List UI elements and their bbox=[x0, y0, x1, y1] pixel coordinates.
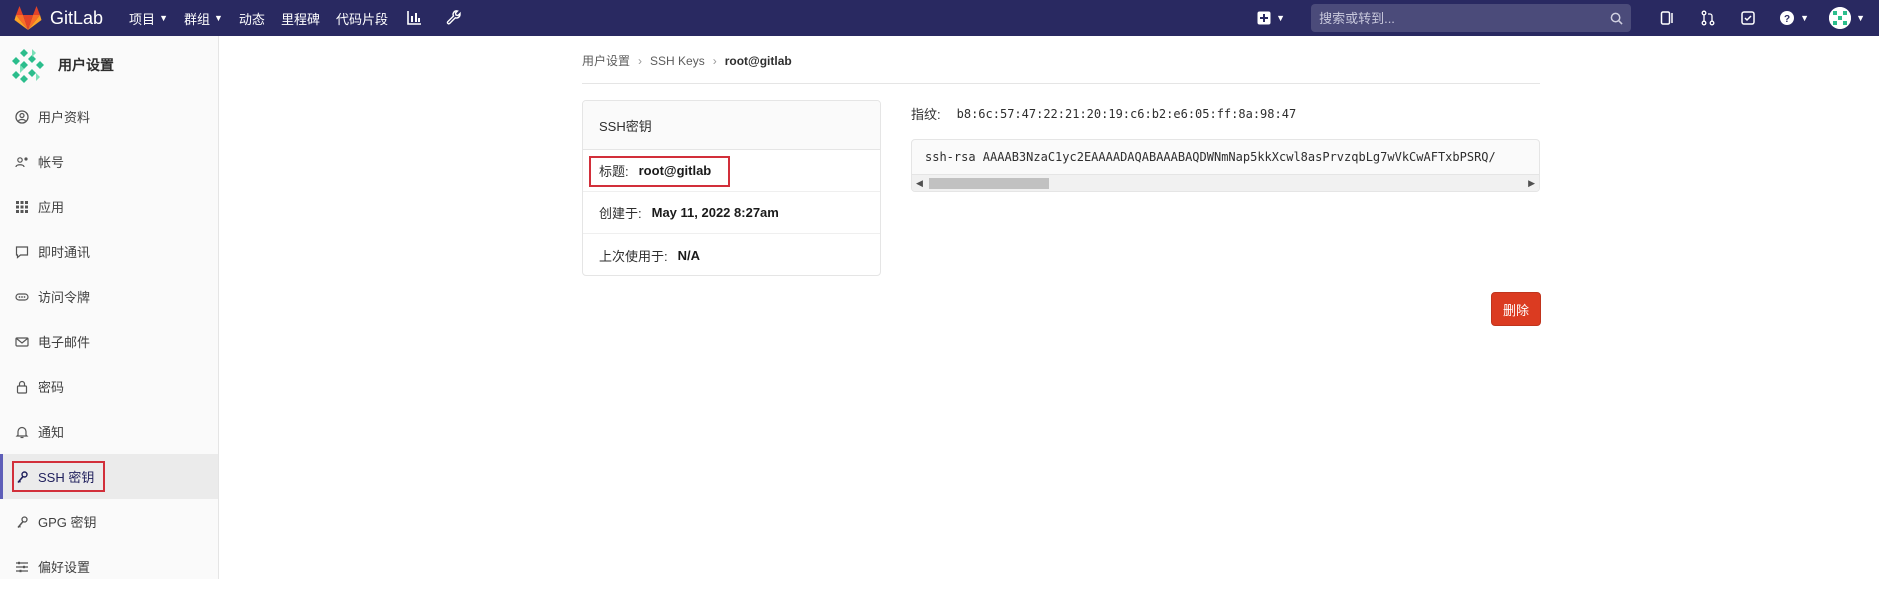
profile-icon bbox=[14, 109, 30, 125]
sidebar-item-label: 电子邮件 bbox=[38, 335, 91, 350]
fingerprint-label: 指纹: bbox=[911, 107, 941, 122]
sidebar-item-label: GPG 密钥 bbox=[38, 515, 97, 530]
chevron-down-icon: ▼ bbox=[1856, 13, 1865, 23]
sidebar-item-label: 用户资料 bbox=[38, 110, 91, 125]
key-last-used-label: 上次使用于: bbox=[599, 248, 668, 264]
key-created-row: 创建于: May 11, 2022 8:27am bbox=[583, 192, 880, 234]
sidebar-item-emails[interactable]: 电子邮件 bbox=[0, 319, 218, 364]
breadcrumb-current[interactable]: root@gitlab bbox=[725, 54, 792, 68]
gitlab-logo[interactable]: GitLab bbox=[14, 5, 103, 31]
sidebar-item-access-tokens[interactable]: 访问令牌 bbox=[0, 274, 218, 319]
nav-links: 项目 ▼ 群组 ▼ 动态 里程碑 代码片段 bbox=[129, 8, 484, 28]
highlight-box bbox=[589, 156, 730, 187]
user-menu[interactable]: ▼ bbox=[1829, 7, 1865, 29]
public-key-box[interactable]: ssh-rsa AAAAB3NzaC1yc2EAAAADAQABAAABAQDW… bbox=[911, 139, 1540, 192]
breadcrumb-ssh-keys[interactable]: SSH Keys bbox=[650, 54, 705, 68]
card-header: SSH密钥 bbox=[583, 101, 880, 150]
nav-projects[interactable]: 项目 ▼ bbox=[129, 9, 168, 28]
chevron-right-icon: › bbox=[712, 53, 717, 68]
sidebar-title: 用户设置 bbox=[58, 57, 114, 73]
divider bbox=[582, 83, 1540, 84]
mail-icon bbox=[14, 334, 30, 350]
breadcrumb-user-settings[interactable]: 用户设置 bbox=[582, 52, 630, 69]
sidebar-item-label: 应用 bbox=[38, 200, 65, 215]
nav-snippets-label: 代码片段 bbox=[335, 11, 388, 27]
scroll-right-icon[interactable]: ▶ bbox=[1528, 178, 1535, 189]
sidebar-item-chat[interactable]: 即时通讯 bbox=[0, 229, 218, 274]
sidebar-item-gpg-keys[interactable]: GPG 密钥 bbox=[0, 499, 218, 544]
nav-groups-label: 群组 bbox=[183, 11, 210, 27]
sidebar-item-label: 即时通讯 bbox=[38, 245, 91, 260]
merge-request-icon[interactable] bbox=[1697, 7, 1719, 29]
lock-icon bbox=[14, 379, 30, 395]
sidebar: 用户设置 用户资料 帐号 应用 即时通讯 访问令牌 电子邮件 密码 通知 SSH… bbox=[0, 36, 219, 579]
question-icon: ? bbox=[1780, 11, 1795, 25]
avatar bbox=[1829, 7, 1852, 29]
brand-name: GitLab bbox=[50, 7, 104, 28]
chevron-right-icon: › bbox=[638, 53, 643, 68]
plus-square-icon bbox=[1257, 11, 1271, 25]
account-icon bbox=[14, 154, 30, 170]
nav-projects-label: 项目 bbox=[129, 11, 156, 27]
sidebar-item-password[interactable]: 密码 bbox=[0, 364, 218, 409]
applications-icon bbox=[14, 199, 30, 215]
sidebar-item-profile[interactable]: 用户资料 bbox=[0, 94, 218, 139]
horizontal-scrollbar[interactable]: ◀ ▶ bbox=[912, 174, 1539, 191]
key-created-value: May 11, 2022 8:27am bbox=[651, 205, 779, 220]
new-menu-button[interactable]: ▼ bbox=[1257, 11, 1285, 25]
fingerprint: 指纹: b8:6c:57:47:22:21:20:19:c6:b2:e6:05:… bbox=[911, 104, 1296, 123]
chevron-down-icon: ▼ bbox=[1800, 13, 1810, 23]
public-key-text: ssh-rsa AAAAB3NzaC1yc2EAAAADAQABAAABAQDW… bbox=[925, 150, 1496, 164]
scroll-left-icon[interactable]: ◀ bbox=[916, 178, 923, 189]
search-icon bbox=[1610, 12, 1623, 25]
sidebar-item-account[interactable]: 帐号 bbox=[0, 139, 218, 184]
top-navbar: GitLab 项目 ▼ 群组 ▼ 动态 里程碑 代码片段 ▼ 搜索或转到... … bbox=[0, 0, 1879, 36]
chat-icon bbox=[14, 244, 30, 260]
scrollbar-thumb[interactable] bbox=[929, 178, 1049, 189]
nav-right: ▼ ? ▼ ▼ bbox=[1257, 0, 1879, 36]
sidebar-item-label: 访问令牌 bbox=[38, 290, 91, 305]
sidebar-item-label: 通知 bbox=[38, 425, 65, 440]
issues-icon[interactable] bbox=[1657, 7, 1679, 29]
search-input[interactable] bbox=[1319, 10, 1611, 26]
nav-activity-label: 动态 bbox=[238, 11, 265, 27]
help-menu[interactable]: ? ▼ bbox=[1777, 7, 1811, 29]
nav-groups[interactable]: 群组 ▼ bbox=[184, 9, 223, 28]
search-box[interactable] bbox=[1311, 4, 1632, 32]
sidebar-item-label: 密码 bbox=[38, 380, 65, 395]
wrench-icon[interactable] bbox=[444, 8, 464, 28]
analytics-icon[interactable] bbox=[404, 8, 424, 28]
sidebar-item-ssh-keys[interactable]: SSH 密钥 bbox=[0, 454, 218, 499]
highlight-box bbox=[12, 461, 105, 492]
chevron-down-icon: ▼ bbox=[159, 13, 168, 23]
bell-icon bbox=[14, 424, 30, 440]
token-icon bbox=[14, 289, 30, 305]
key-title-row: 标题: root@gitlab bbox=[583, 150, 880, 192]
sidebar-item-applications[interactable]: 应用 bbox=[0, 184, 218, 229]
sidebar-header[interactable]: 用户设置 bbox=[0, 36, 218, 94]
svg-text:?: ? bbox=[1784, 14, 1790, 25]
nav-milestones[interactable]: 里程碑 bbox=[281, 9, 320, 28]
ssh-key-card: SSH密钥 标题: root@gitlab 创建于: May 11, 2022 … bbox=[582, 100, 881, 276]
sidebar-item-label: 偏好设置 bbox=[38, 560, 91, 575]
delete-button[interactable]: 删除 bbox=[1491, 292, 1541, 326]
user-avatar-icon bbox=[12, 49, 44, 83]
sidebar-item-preferences[interactable]: 偏好设置 bbox=[0, 544, 218, 589]
fingerprint-value: b8:6c:57:47:22:21:20:19:c6:b2:e6:05:ff:8… bbox=[956, 106, 1297, 121]
todo-icon[interactable] bbox=[1737, 7, 1759, 29]
chevron-down-icon: ▼ bbox=[214, 13, 223, 23]
gitlab-tanuki-icon bbox=[14, 6, 42, 30]
key-icon bbox=[14, 514, 30, 530]
key-last-used-row: 上次使用于: N/A bbox=[583, 234, 880, 275]
nav-activity[interactable]: 动态 bbox=[239, 9, 265, 28]
chevron-down-icon: ▼ bbox=[1276, 13, 1286, 23]
key-created-label: 创建于: bbox=[599, 206, 642, 221]
nav-snippets[interactable]: 代码片段 bbox=[336, 9, 388, 28]
preferences-icon bbox=[14, 559, 30, 575]
breadcrumb: 用户设置 › SSH Keys › root@gitlab bbox=[582, 52, 792, 69]
nav-milestones-label: 里程碑 bbox=[280, 11, 320, 27]
key-last-used-value: N/A bbox=[677, 247, 701, 263]
sidebar-item-notifications[interactable]: 通知 bbox=[0, 409, 218, 454]
sidebar-item-label: 帐号 bbox=[38, 155, 65, 170]
